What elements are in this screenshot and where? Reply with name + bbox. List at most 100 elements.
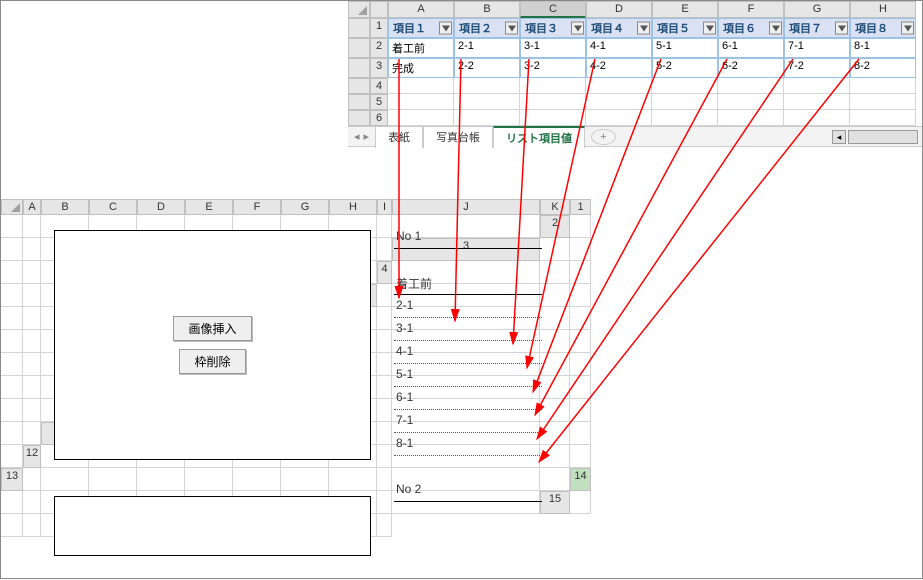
- row-head-3[interactable]: 3: [370, 58, 388, 78]
- cell[interactable]: [41, 468, 89, 491]
- row-head-12[interactable]: 12: [23, 445, 41, 468]
- empty-cell[interactable]: [718, 78, 784, 94]
- cell[interactable]: [377, 307, 392, 330]
- cell[interactable]: [570, 307, 591, 330]
- cell[interactable]: [540, 353, 570, 376]
- cell[interactable]: [23, 399, 41, 422]
- delete-frame-button[interactable]: 枠削除: [179, 349, 245, 374]
- empty-cell[interactable]: [454, 110, 520, 126]
- cell[interactable]: [23, 422, 41, 445]
- col-head-G[interactable]: G: [281, 199, 329, 215]
- cell[interactable]: [23, 353, 41, 376]
- cell[interactable]: [1, 238, 23, 261]
- cell[interactable]: [23, 491, 41, 514]
- cell[interactable]: [540, 284, 570, 307]
- cell[interactable]: [1, 491, 23, 514]
- filter-header[interactable]: 項目８: [850, 18, 916, 38]
- empty-cell[interactable]: [784, 94, 850, 110]
- scroll-track[interactable]: [848, 130, 918, 144]
- col-head-B[interactable]: B: [41, 199, 89, 215]
- row-head-1[interactable]: 1: [370, 18, 388, 38]
- col-head-D[interactable]: D: [137, 199, 185, 215]
- table-cell[interactable]: 8-1: [850, 38, 916, 58]
- empty-cell[interactable]: [520, 110, 586, 126]
- new-sheet-button[interactable]: +: [591, 129, 615, 145]
- cell[interactable]: [377, 514, 392, 537]
- cell[interactable]: [23, 376, 41, 399]
- col-head-A[interactable]: A: [388, 1, 454, 18]
- filter-header[interactable]: 項目５: [652, 18, 718, 38]
- empty-cell[interactable]: [784, 78, 850, 94]
- cell[interactable]: [1, 215, 23, 238]
- empty-cell[interactable]: [850, 94, 916, 110]
- filter-dropdown-icon[interactable]: [637, 22, 650, 35]
- cell[interactable]: [281, 468, 329, 491]
- sheet-tab[interactable]: リスト項目値: [493, 126, 585, 148]
- row-head-13[interactable]: 13: [1, 468, 23, 491]
- cell[interactable]: [377, 353, 392, 376]
- table-cell[interactable]: 4-1: [586, 38, 652, 58]
- cell[interactable]: [1, 422, 23, 445]
- empty-cell[interactable]: [652, 78, 718, 94]
- filter-dropdown-icon[interactable]: [769, 22, 782, 35]
- filter-dropdown-icon[interactable]: [439, 22, 452, 35]
- cell[interactable]: [137, 468, 185, 491]
- insert-image-button[interactable]: 画像挿入: [173, 316, 251, 341]
- empty-cell[interactable]: [652, 94, 718, 110]
- table-cell[interactable]: 3-1: [520, 38, 586, 58]
- cell[interactable]: [23, 514, 41, 537]
- cell[interactable]: [377, 468, 392, 491]
- horizontal-scroll[interactable]: ◂: [832, 130, 922, 144]
- cell[interactable]: [23, 468, 41, 491]
- detail-item[interactable]: 着工前: [394, 272, 542, 295]
- table-cell[interactable]: 2-1: [454, 38, 520, 58]
- cell[interactable]: [1, 376, 23, 399]
- col-head-C[interactable]: C: [520, 1, 586, 18]
- table-cell[interactable]: 完成: [388, 58, 454, 78]
- empty-cell[interactable]: [718, 94, 784, 110]
- cell[interactable]: [377, 422, 392, 445]
- detail-item[interactable]: 4-1: [394, 341, 542, 364]
- cell[interactable]: [377, 330, 392, 353]
- cell[interactable]: [1, 307, 23, 330]
- cell[interactable]: [329, 468, 377, 491]
- cell[interactable]: [540, 445, 570, 468]
- col-head-D[interactable]: D: [586, 1, 652, 18]
- empty-cell[interactable]: [850, 78, 916, 94]
- filter-header[interactable]: 項目１: [388, 18, 454, 38]
- empty-cell[interactable]: [388, 78, 454, 94]
- filter-header[interactable]: 項目２: [454, 18, 520, 38]
- filter-header[interactable]: 項目４: [586, 18, 652, 38]
- col-head-B[interactable]: B: [454, 1, 520, 18]
- table-cell[interactable]: 7-2: [784, 58, 850, 78]
- col-head-H[interactable]: H: [329, 199, 377, 215]
- cell[interactable]: [570, 445, 591, 468]
- cell[interactable]: [570, 215, 591, 238]
- sheet-tab[interactable]: 表紙: [375, 126, 423, 148]
- table-cell[interactable]: 7-1: [784, 38, 850, 58]
- cell[interactable]: [540, 422, 570, 445]
- cell[interactable]: [570, 330, 591, 353]
- cell[interactable]: [377, 284, 392, 307]
- filter-header[interactable]: 項目３: [520, 18, 586, 38]
- row-head-1[interactable]: 1: [570, 199, 591, 215]
- table-cell[interactable]: 4-2: [586, 58, 652, 78]
- empty-cell[interactable]: [454, 94, 520, 110]
- cell[interactable]: [233, 468, 281, 491]
- empty-cell[interactable]: [850, 110, 916, 126]
- cell[interactable]: [570, 261, 591, 284]
- empty-cell[interactable]: [784, 110, 850, 126]
- cell[interactable]: [377, 491, 392, 514]
- table-cell[interactable]: 6-2: [718, 58, 784, 78]
- filter-dropdown-icon[interactable]: [571, 22, 584, 35]
- col-head-A[interactable]: A: [23, 199, 41, 215]
- empty-cell[interactable]: [586, 94, 652, 110]
- table-cell[interactable]: 2-2: [454, 58, 520, 78]
- sheet-tab[interactable]: 写真台帳: [423, 126, 493, 148]
- row-head[interactable]: 4: [370, 78, 388, 94]
- col-head-F[interactable]: F: [718, 1, 784, 18]
- empty-cell[interactable]: [586, 110, 652, 126]
- cell[interactable]: [23, 238, 41, 261]
- col-head-J[interactable]: J: [392, 199, 540, 215]
- cell[interactable]: [1, 399, 23, 422]
